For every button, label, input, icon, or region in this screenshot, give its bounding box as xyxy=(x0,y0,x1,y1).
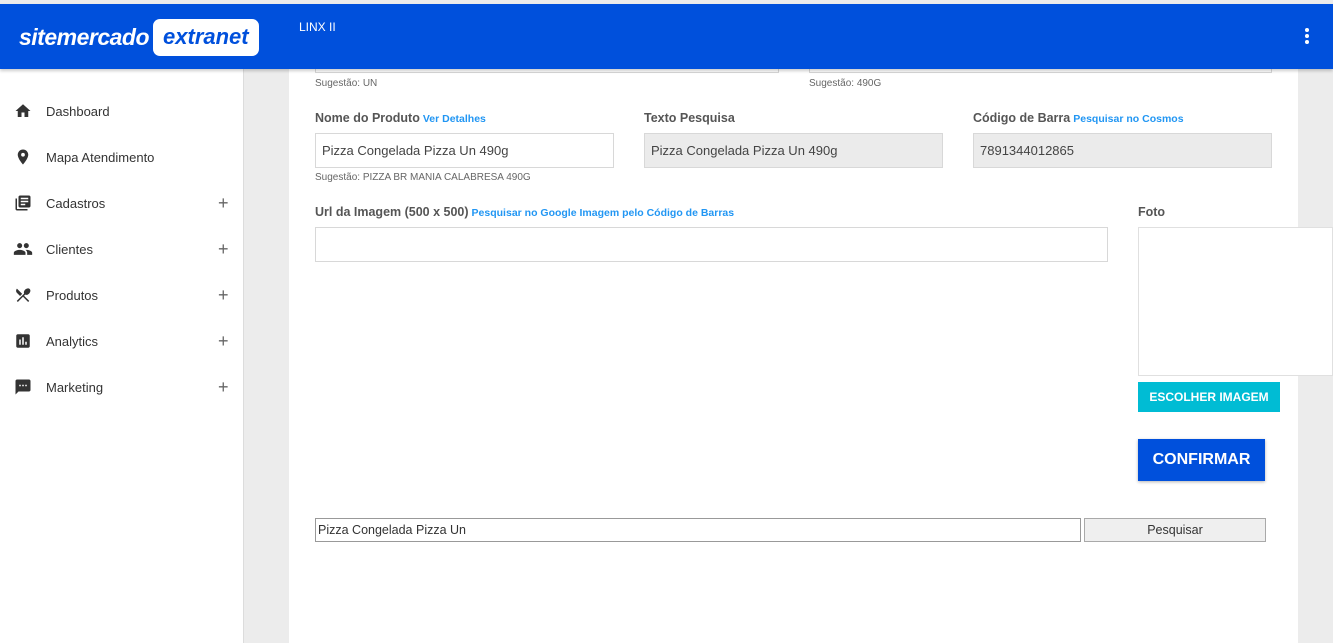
sidebar-item-label: Marketing xyxy=(46,379,104,395)
expand-plus-icon[interactable]: + xyxy=(218,239,229,260)
sidebar-item-label: Dashboard xyxy=(46,103,110,119)
home-icon xyxy=(13,101,33,121)
people-icon xyxy=(13,239,33,259)
more-vert-icon[interactable] xyxy=(1300,24,1314,48)
unit-suggestion: Sugestão: UN xyxy=(315,78,378,89)
bar-chart-icon xyxy=(13,331,33,351)
utensils-icon xyxy=(13,285,33,305)
product-name-label: Nome do Produto Ver Detalhes xyxy=(315,111,486,125)
store-name: LINX II xyxy=(299,20,336,34)
sidebar-item-analytics[interactable]: Analytics + xyxy=(0,321,244,361)
image-url-label: Url da Imagem (500 x 500) Pesquisar no Go… xyxy=(315,205,734,219)
sidebar-item-label: Produtos xyxy=(46,287,99,303)
sidebar-item-produtos[interactable]: Produtos + xyxy=(0,275,244,315)
sidebar-item-label: Clientes xyxy=(46,241,93,257)
search-text-label: Texto Pesquisa xyxy=(644,111,735,125)
weight-suggestion: Sugestão: 490G xyxy=(809,78,882,89)
sidebar-item-dashboard[interactable]: Dashboard xyxy=(0,91,244,131)
sidebar-item-label: Analytics xyxy=(46,333,99,349)
expand-plus-icon[interactable]: + xyxy=(218,285,229,306)
choose-image-button[interactable]: ESCOLHER IMAGEM xyxy=(1138,382,1280,412)
photo-label: Foto xyxy=(1138,205,1166,219)
confirm-button[interactable]: CONFIRMAR xyxy=(1138,439,1265,481)
expand-plus-icon[interactable]: + xyxy=(218,377,229,398)
barcode-input[interactable]: 7891344012865 xyxy=(973,133,1272,168)
sidebar-item-mapa-atendimento[interactable]: Mapa Atendimento xyxy=(0,137,244,177)
sidebar-item-clientes[interactable]: Clientes + xyxy=(0,229,244,269)
product-search-input[interactable]: Pizza Congelada Pizza Un xyxy=(315,518,1081,542)
ver-detalhes-link[interactable]: Ver Detalhes xyxy=(423,113,486,125)
sitemercado-extranet-logo[interactable]: sitemercado extranet xyxy=(19,18,259,56)
search-text-input[interactable]: Pizza Congelada Pizza Un 490g xyxy=(644,133,943,168)
photo-preview xyxy=(1138,227,1333,376)
sidebar: Dashboard Mapa Atendimento Cadastros + C… xyxy=(0,69,244,643)
sidebar-item-label: Cadastros xyxy=(46,195,106,211)
sidebar-item-marketing[interactable]: Marketing + xyxy=(0,367,244,407)
barcode-label: Código de Barra Pesquisar no Cosmos xyxy=(973,111,1184,125)
product-name-label-text: Nome do Produto xyxy=(315,111,420,125)
product-name-input[interactable]: Pizza Congelada Pizza Un 490g xyxy=(315,133,614,168)
library-books-icon xyxy=(13,193,33,213)
product-name-suggestion: Sugestão: PIZZA BR MANIA CALABRESA 490G xyxy=(315,172,531,183)
logo-text: sitemercado xyxy=(19,23,150,50)
image-url-input[interactable] xyxy=(315,227,1108,262)
sidebar-item-cadastros[interactable]: Cadastros + xyxy=(0,183,244,223)
search-button[interactable]: Pesquisar xyxy=(1084,518,1266,542)
top-app-bar: sitemercado extranet LINX II xyxy=(0,4,1333,69)
image-url-label-text: Url da Imagem (500 x 500) xyxy=(315,205,469,219)
logo-badge: extranet xyxy=(153,18,259,56)
sidebar-item-label: Mapa Atendimento xyxy=(46,149,155,165)
pesquisar-cosmos-link[interactable]: Pesquisar no Cosmos xyxy=(1073,113,1183,125)
chat-icon xyxy=(13,377,33,397)
location-pin-icon xyxy=(13,147,33,167)
expand-plus-icon[interactable]: + xyxy=(218,331,229,352)
google-image-search-link[interactable]: Pesquisar no Google Imagem pelo Código d… xyxy=(472,207,735,219)
barcode-label-text: Código de Barra xyxy=(973,111,1071,125)
expand-plus-icon[interactable]: + xyxy=(218,193,229,214)
